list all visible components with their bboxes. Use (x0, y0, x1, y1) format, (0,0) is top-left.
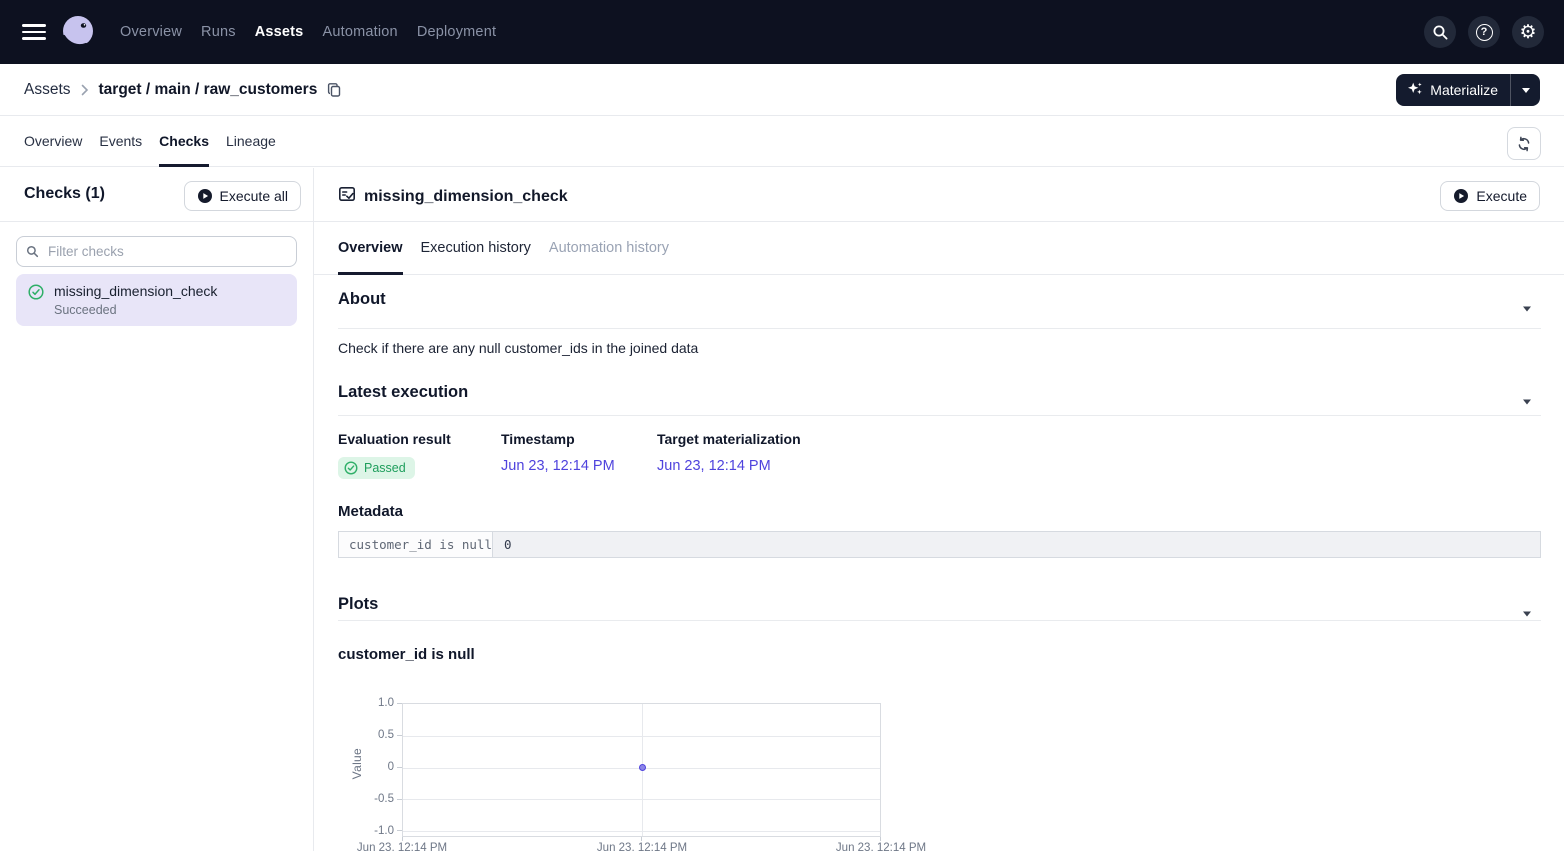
chart-plot-area (402, 703, 881, 837)
about-section-title: About (338, 290, 386, 309)
search-icon (26, 245, 39, 263)
check-circle-icon (28, 284, 44, 317)
column-evaluation-result: Evaluation result (338, 431, 451, 447)
nav-runs[interactable]: Runs (201, 24, 236, 40)
menu-icon[interactable] (22, 21, 46, 43)
checks-sidebar: Checks (1) Execute all (0, 168, 313, 851)
check-item-name: missing_dimension_check (54, 283, 217, 300)
execute-button[interactable]: Execute (1440, 181, 1540, 211)
tab-execution-history[interactable]: Execution history (421, 222, 531, 274)
caret-down-icon (1522, 88, 1530, 93)
breadcrumb-row: Assets target / main / raw_customers M (0, 64, 1564, 116)
tab-overview[interactable]: Overview (24, 116, 82, 166)
metadata-table: customer_id is null 0 (338, 531, 1541, 558)
x-tick-label: Jun 23, 12:14 PM (826, 842, 936, 851)
check-title: missing_dimension_check (364, 188, 568, 206)
execute-all-button[interactable]: Execute all (184, 181, 301, 211)
filter-checks-input[interactable] (16, 236, 297, 267)
section-divider (338, 328, 1541, 329)
x-tick-label: Jun 23, 12:14 PM (347, 842, 457, 851)
y-tick-label: -0.5 (354, 792, 394, 806)
y-tick-label: 0.5 (354, 728, 394, 742)
y-tick-label: 1.0 (354, 696, 394, 710)
metadata-value: 0 (493, 532, 1540, 557)
plots-section-title: Plots (338, 595, 378, 614)
nav-assets[interactable]: Assets (255, 24, 304, 40)
y-tick-label: 0 (354, 760, 394, 774)
dagster-logo[interactable] (60, 14, 96, 50)
sparkle-icon (1407, 81, 1423, 100)
latest-execution-section-title: Latest execution (338, 383, 468, 402)
top-nav-actions: ? ⚙ (1424, 16, 1544, 48)
refresh-icon (1516, 136, 1532, 152)
target-materialization-link[interactable]: Jun 23, 12:14 PM (657, 458, 771, 474)
help-icon[interactable]: ? (1468, 16, 1500, 48)
play-icon (197, 188, 213, 204)
x-tick-mark (880, 837, 881, 841)
materialize-dropdown-button[interactable] (1510, 74, 1540, 106)
column-target-materialization: Target materialization (657, 431, 801, 447)
tab-lineage[interactable]: Lineage (226, 116, 276, 166)
y-tick-label: -1.0 (354, 824, 394, 838)
primary-nav: Overview Runs Assets Automation Deployme… (120, 0, 496, 64)
breadcrumb-assets-link[interactable]: Assets (24, 81, 71, 99)
asset-check-icon (338, 185, 356, 208)
dagster-asset-check-page: Overview Runs Assets Automation Deployme… (0, 0, 1564, 851)
checks-sidebar-header: Checks (1) Execute all (0, 168, 313, 222)
section-divider (338, 620, 1541, 621)
filter-checks-field (16, 236, 297, 267)
check-circle-icon (344, 461, 358, 475)
collapse-caret-icon[interactable] (1522, 392, 1534, 410)
check-detail-tabs: Overview Execution history Automation hi… (314, 222, 1564, 275)
x-tick-label: Jun 23, 12:14 PM (587, 842, 697, 851)
section-divider (338, 415, 1541, 416)
asset-tabs: Overview Events Checks Lineage (0, 116, 1564, 167)
materialize-button[interactable]: Materialize (1396, 74, 1510, 106)
chart-data-point[interactable] (639, 764, 646, 771)
column-timestamp: Timestamp (501, 431, 575, 447)
collapse-caret-icon[interactable] (1522, 299, 1534, 317)
materialize-button-group: Materialize (1396, 74, 1540, 106)
status-badge: Passed (338, 457, 415, 479)
check-detail-header: missing_dimension_check Execute (314, 168, 1564, 222)
tab-checks[interactable]: Checks (159, 116, 209, 166)
search-icon[interactable] (1424, 16, 1456, 48)
chart-title: customer_id is null (338, 646, 475, 663)
copy-icon[interactable] (326, 82, 342, 98)
tab-events[interactable]: Events (99, 116, 142, 166)
nav-overview[interactable]: Overview (120, 24, 182, 40)
check-detail-panel: missing_dimension_check Execute Overview… (313, 168, 1564, 851)
tab-automation-history[interactable]: Automation history (549, 222, 669, 274)
check-list-item[interactable]: missing_dimension_check Succeeded (16, 274, 297, 326)
top-nav: Overview Runs Assets Automation Deployme… (0, 0, 1564, 64)
timestamp-link[interactable]: Jun 23, 12:14 PM (501, 458, 615, 474)
refresh-button[interactable] (1507, 127, 1541, 160)
gear-icon[interactable]: ⚙ (1512, 16, 1544, 48)
metadata-title: Metadata (338, 503, 403, 520)
check-description: Check if there are any null customer_ids… (338, 340, 698, 356)
chevron-right-icon (81, 84, 89, 96)
tab-check-overview[interactable]: Overview (338, 222, 403, 274)
x-tick-mark (641, 837, 642, 841)
nav-deployment[interactable]: Deployment (417, 24, 496, 40)
x-tick-mark (402, 837, 403, 841)
checks-count-title: Checks (1) (24, 185, 105, 203)
nav-automation[interactable]: Automation (322, 24, 397, 40)
breadcrumb-asset-path: target / main / raw_customers (99, 81, 318, 99)
metadata-key: customer_id is null (339, 532, 493, 557)
materialize-label: Materialize (1430, 82, 1498, 98)
play-icon (1453, 188, 1469, 204)
check-item-status: Succeeded (54, 303, 217, 317)
